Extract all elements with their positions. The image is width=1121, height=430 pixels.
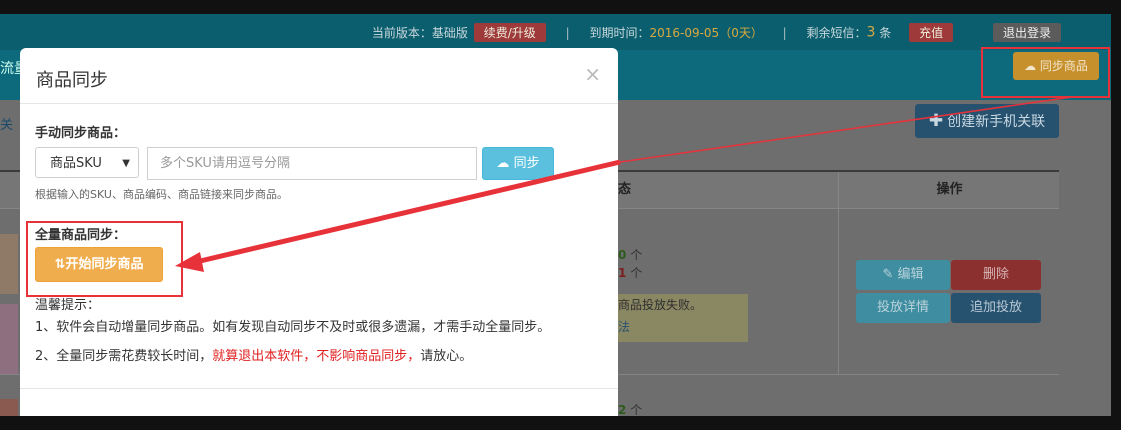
window-edge xyxy=(1111,14,1121,416)
annotation-arrow-head xyxy=(175,252,204,272)
annotation-thin-line xyxy=(619,96,1073,163)
annotation-arrow-shaft xyxy=(195,159,621,265)
annotation-arrow xyxy=(175,96,1073,272)
